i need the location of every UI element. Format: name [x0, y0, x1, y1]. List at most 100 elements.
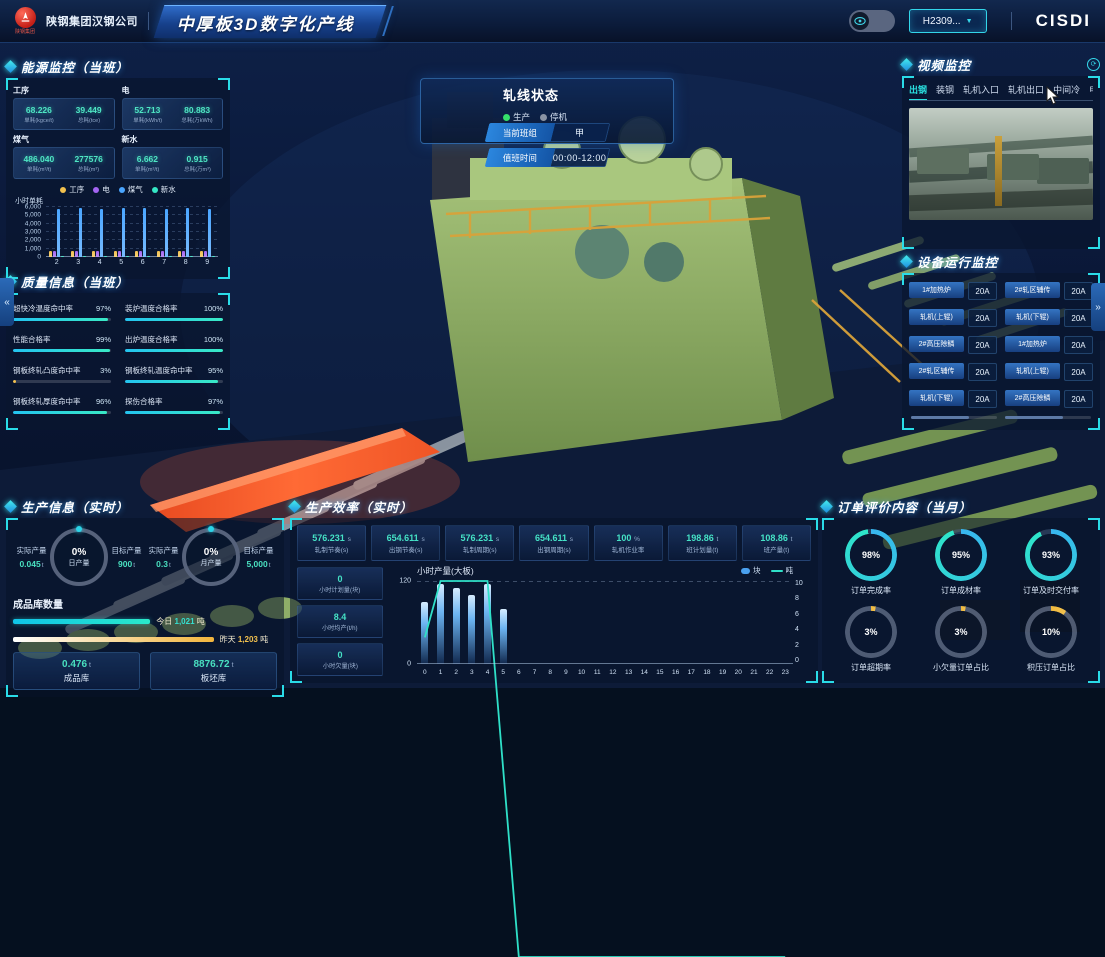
video-feed[interactable] [909, 108, 1093, 220]
efficiency-side-box: 0小时计划量(块) [297, 567, 383, 600]
donut-percent: 10% [1025, 606, 1077, 658]
equipment-scrollbar-right[interactable] [1005, 416, 1091, 419]
xtick-label: 7 [162, 259, 166, 266]
production-line-selector[interactable]: H2309... ▼ [909, 9, 987, 33]
quality-label: 装炉温度合格率 [125, 303, 178, 314]
company-name: 陕钢集团汉钢公司 [46, 13, 138, 29]
production-stat: 目标产量5,000t [240, 545, 277, 569]
inventory-bar [13, 637, 214, 642]
xtick-label: 5 [119, 259, 123, 266]
xtick-label: 6 [511, 669, 527, 676]
video-tab-轧机出口[interactable]: 轧机出口 [1008, 83, 1044, 96]
panel-energy-monitoring: 能源监控（当班） 工序68.226单耗(kgce/t)39.449总耗(tce)… [6, 57, 230, 267]
video-tab-轧机入口[interactable]: 轧机入口 [963, 83, 999, 96]
bar [49, 251, 52, 257]
donut-gauge: 93% [1025, 529, 1077, 581]
cisdi-logo: CISDI [1036, 11, 1091, 31]
bar [92, 251, 95, 257]
inventory-bar-text: 今日 1,021 吨 [156, 616, 205, 627]
equipment-scrollbar-left[interactable] [911, 416, 997, 419]
video-tab-装钢[interactable]: 装钢 [936, 83, 954, 96]
equipment-item: 轧机(下辊)20A [1005, 309, 1093, 327]
energy-group-name: 煤气 [13, 134, 115, 145]
donut-gauge: 3% [935, 606, 987, 658]
ytick-label: 0 [795, 658, 811, 664]
panel-diamond-icon [4, 60, 17, 73]
stat-unit: t [42, 562, 44, 569]
metric-value: 486.040 [24, 154, 55, 164]
video-more-icon[interactable]: ⟳ [1087, 58, 1100, 71]
quality-label: 出炉温度合格率 [125, 334, 178, 345]
status-ribbon-value: 甲 [550, 123, 609, 142]
status-ribbon-row: 当前班组甲 [484, 123, 609, 142]
energy-metric: 68.226单耗(kgce/t) [14, 99, 64, 129]
energy-group: 新水6.662单耗(m³/t)0.915总耗(万m³) [122, 134, 224, 179]
donut-label: 订单及时交付率 [1023, 585, 1079, 596]
quality-item: 性能合格率99% [13, 334, 111, 352]
card-value: 654.611 s [535, 533, 573, 543]
equipment-name: 轧机(下辊) [1005, 309, 1060, 325]
equipment-value: 20A [968, 390, 997, 408]
energy-metric: 6.662单耗(m³/t) [123, 148, 173, 178]
stat-value: 900t [108, 559, 145, 569]
legend-dot-icon [152, 187, 158, 193]
donut-label: 订单成材率 [941, 585, 981, 596]
donut-percent: 93% [1025, 529, 1077, 581]
progress-track [13, 380, 111, 383]
energy-chart-xlabels: 23456789 [46, 259, 218, 266]
energy-metric: 39.449总耗(tce) [64, 99, 114, 129]
page-title: 中厚板3D数字化产线 [177, 9, 355, 34]
card-unit: t [715, 536, 719, 543]
right-panel-collapse-tab[interactable]: » [1091, 283, 1105, 331]
energy-chart-plot [46, 207, 218, 257]
equipment-value: 20A [968, 282, 997, 300]
bar [75, 251, 78, 257]
energy-group-name: 新水 [122, 134, 224, 145]
gauge-percent: 0% [204, 547, 218, 558]
legend-label: 新水 [161, 184, 176, 195]
legend-label: 煤气 [128, 184, 143, 195]
visibility-toggle[interactable] [849, 10, 895, 32]
legend-dot-icon [93, 187, 99, 193]
xtick-label: 5 [495, 669, 511, 676]
quality-percent: 97% [208, 397, 223, 406]
video-tab-出钢[interactable]: 出钢 [909, 83, 927, 96]
efficiency-card: 654.611 s出钢节奏(s) [371, 525, 440, 561]
legend-item: 吨 [771, 565, 794, 576]
card-unit: s [568, 536, 573, 543]
status-dot-icon [540, 114, 547, 121]
bar-group [92, 207, 107, 257]
xtick-label: 4 [480, 669, 496, 676]
quality-percent: 3% [100, 366, 111, 375]
order-gauge: 3%订单超期率 [829, 606, 913, 673]
xtick-label: 3 [464, 669, 480, 676]
progress-fill [125, 411, 220, 414]
energy-metric: 486.040单耗(m³/t) [14, 148, 64, 178]
metric-value: 39.449 [76, 105, 102, 115]
video-tab-电动热锯[interactable]: 电动热锯 [1089, 83, 1093, 96]
quality-percent: 100% [204, 304, 223, 313]
metric-unit: 单耗(m³/t) [27, 164, 51, 172]
metric-unit: 总耗(万m³) [184, 164, 211, 172]
quality-percent: 100% [204, 335, 223, 344]
hourly-chart-xlabels: 01234567891011121314151617181920212223 [417, 669, 793, 676]
production-stat: 目标产量900t [108, 545, 145, 569]
bar-group [49, 207, 64, 257]
energy-group: 煤气486.040单耗(m³/t)277576总耗(m³) [13, 134, 115, 179]
company-logo-subtext: 陕钢集团 [15, 29, 35, 35]
donut-percent: 3% [935, 606, 987, 658]
video-tab-中间冷[interactable]: 中间冷 [1053, 83, 1080, 96]
metric-unit: 总耗(tce) [78, 115, 100, 123]
video-camera-tabs: 出钢装钢轧机入口轧机出口中间冷 电动热锯 [909, 83, 1093, 101]
efficiency-card: 576.231 s轧制节奏(s) [297, 525, 366, 561]
quality-label: 超快冷温度命中率 [13, 303, 73, 314]
left-panel-collapse-tab[interactable]: « [0, 278, 14, 326]
xtick-label: 12 [605, 669, 621, 676]
bar [208, 209, 211, 257]
progress-fill [125, 349, 223, 352]
orders-panel-title: 订单评价内容（当月） [837, 497, 972, 516]
inventory-bar [13, 619, 150, 624]
legend-label: 电 [102, 184, 110, 195]
donut-percent: 3% [845, 606, 897, 658]
energy-group-name: 工序 [13, 85, 115, 96]
